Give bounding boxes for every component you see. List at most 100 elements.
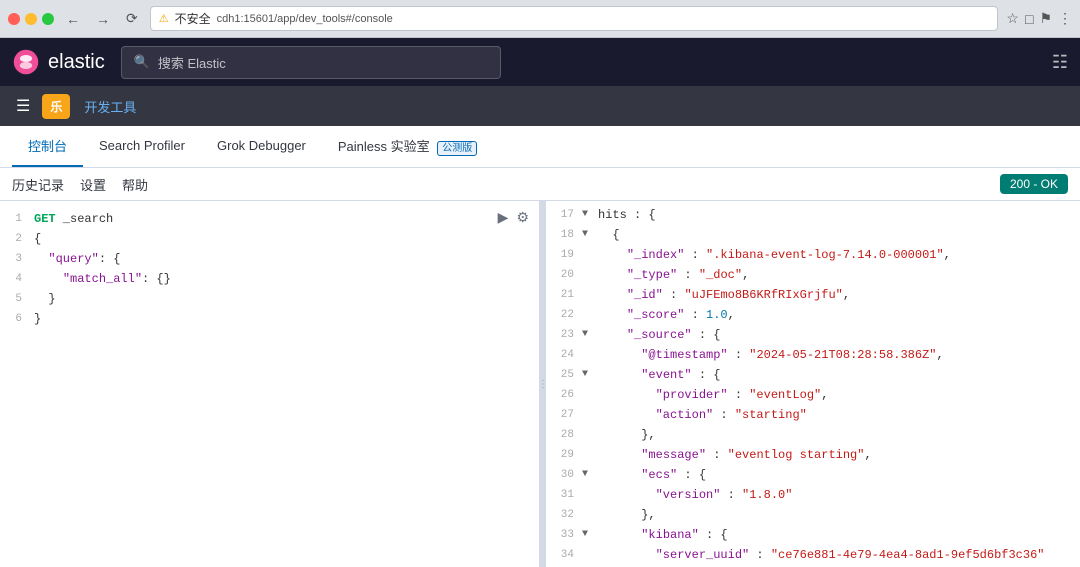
elastic-logo-text: elastic: [48, 51, 105, 74]
result-line-28: 28 },: [546, 425, 1080, 445]
hamburger-menu-button[interactable]: ☰: [12, 92, 34, 120]
status-badge: 200 - OK: [1000, 174, 1068, 194]
editor-toolbar: ▶ ⚙: [496, 207, 531, 228]
app-icon-button[interactable]: 乐: [42, 94, 70, 119]
tab-console-label: 控制台: [28, 139, 67, 154]
result-line-25: 25 ▼ "event" : {: [546, 365, 1080, 385]
search-icon: 🔍: [134, 54, 150, 70]
header-search-bar[interactable]: 🔍 搜索 Elastic: [121, 46, 501, 79]
fold-button[interactable]: ▼: [582, 326, 596, 344]
code-line-3: 3 "query": {: [0, 249, 539, 269]
tab-console[interactable]: 控制台: [12, 126, 83, 167]
code-editor[interactable]: 1 GET _search 2 { 3 "query": { 4 "match_…: [0, 201, 539, 567]
no-fold: [582, 426, 596, 444]
tab-grok-debugger-label: Grok Debugger: [217, 138, 306, 153]
tab-search-profiler[interactable]: Search Profiler: [83, 128, 201, 165]
line-content: "version" : "1.8.0": [596, 486, 1080, 504]
minimize-window-button[interactable]: [25, 13, 37, 25]
line-number: 20: [546, 266, 582, 284]
no-fold: [582, 386, 596, 404]
main-content: ▶ ⚙ 1 GET _search 2 { 3 "query": { 4 "ma…: [0, 201, 1080, 567]
bookmark-button[interactable]: ⚑: [1039, 10, 1052, 27]
line-content: "_index" : ".kibana-event-log-7.14.0-000…: [596, 246, 1080, 264]
fold-button[interactable]: ▼: [582, 466, 596, 484]
security-text: 不安全: [175, 10, 211, 27]
wrench-button[interactable]: ⚙: [514, 207, 531, 228]
fold-button[interactable]: ▼: [582, 226, 596, 244]
code-line-5: 5 }: [0, 289, 539, 309]
line-number: 17: [546, 206, 582, 224]
star-button[interactable]: ☆: [1006, 10, 1019, 27]
address-bar[interactable]: ⚠ 不安全 cdh1:15601/app/dev_tools#/console: [150, 6, 999, 31]
back-button[interactable]: ←: [62, 9, 84, 29]
line-content: "ecs" : {: [596, 466, 1080, 484]
no-fold: [582, 506, 596, 524]
code-line-1: 1 GET _search: [0, 209, 539, 229]
left-editor-panel: ▶ ⚙ 1 GET _search 2 { 3 "query": { 4 "ma…: [0, 201, 540, 567]
fold-button[interactable]: ▼: [582, 526, 596, 544]
security-icon: ⚠: [159, 12, 169, 25]
result-line-26: 26 "provider" : "eventLog",: [546, 385, 1080, 405]
settings-button[interactable]: 设置: [80, 175, 106, 194]
maximize-window-button[interactable]: [42, 13, 54, 25]
line-number: 2: [0, 230, 30, 248]
no-fold: [582, 486, 596, 504]
line-content: "_type" : "_doc",: [596, 266, 1080, 284]
fold-button[interactable]: ▼: [582, 366, 596, 384]
line-number: 25: [546, 366, 582, 384]
tab-painless[interactable]: Painless 实验室 公测版: [322, 126, 493, 167]
code-line-6: 6 }: [0, 309, 539, 329]
line-number: 32: [546, 506, 582, 524]
result-line-17: 17 ▼ hits : {: [546, 205, 1080, 225]
line-number: 22: [546, 306, 582, 324]
result-line-27: 27 "action" : "starting": [546, 405, 1080, 425]
line-number: 26: [546, 386, 582, 404]
tab-bar: 控制台 Search Profiler Grok Debugger Painle…: [0, 126, 1080, 168]
no-fold: [582, 546, 596, 564]
close-window-button[interactable]: [8, 13, 20, 25]
result-line-20: 20 "_type" : "_doc",: [546, 265, 1080, 285]
line-content: {: [596, 226, 1080, 244]
line-content: "action" : "starting": [596, 406, 1080, 424]
no-fold: [582, 246, 596, 264]
line-number: 34: [546, 546, 582, 564]
painless-beta-badge: 公测版: [437, 141, 477, 156]
forward-button[interactable]: →: [92, 9, 114, 29]
no-fold: [582, 446, 596, 464]
app-toolbar: ☰ 乐 开发工具: [0, 86, 1080, 126]
line-content: "kibana" : {: [596, 526, 1080, 544]
result-line-19: 19 "_index" : ".kibana-event-log-7.14.0-…: [546, 245, 1080, 265]
results-editor[interactable]: 17 ▼ hits : { 18 ▼ { 19 "_index" : ".kib…: [546, 201, 1080, 567]
elastic-logo-icon: [12, 48, 40, 76]
line-content: hits : {: [596, 206, 1080, 224]
line-number: 23: [546, 326, 582, 344]
fold-button[interactable]: ▼: [582, 206, 596, 224]
tab-button[interactable]: □: [1025, 10, 1033, 27]
menu-button[interactable]: ⋮: [1058, 10, 1072, 27]
kibana-logo: elastic: [12, 48, 105, 76]
result-line-22: 22 "_score" : 1.0,: [546, 305, 1080, 325]
result-line-23: 23 ▼ "_source" : {: [546, 325, 1080, 345]
line-number: 4: [0, 270, 30, 288]
line-number: 33: [546, 526, 582, 544]
reload-button[interactable]: ⟳: [122, 8, 142, 29]
help-link-button[interactable]: 帮助: [122, 175, 148, 194]
run-button[interactable]: ▶: [496, 207, 511, 228]
line-number: 28: [546, 426, 582, 444]
result-line-34: 34 "server_uuid" : "ce76e881-4e79-4ea4-8…: [546, 545, 1080, 565]
breadcrumb-devtools[interactable]: 开发工具: [78, 93, 142, 120]
history-button[interactable]: 历史记录: [12, 175, 64, 194]
no-fold: [582, 406, 596, 424]
help-button[interactable]: ☷: [1052, 52, 1068, 73]
line-content: "_score" : 1.0,: [596, 306, 1080, 324]
search-placeholder: 搜索 Elastic: [158, 53, 226, 72]
tab-grok-debugger[interactable]: Grok Debugger: [201, 128, 322, 165]
no-fold: [582, 306, 596, 324]
line-number: 31: [546, 486, 582, 504]
line-content: {: [30, 230, 539, 248]
line-content: "event" : {: [596, 366, 1080, 384]
result-line-33: 33 ▼ "kibana" : {: [546, 525, 1080, 545]
no-fold: [582, 266, 596, 284]
address-text: cdh1:15601/app/dev_tools#/console: [217, 13, 393, 25]
line-number: 5: [0, 290, 30, 308]
